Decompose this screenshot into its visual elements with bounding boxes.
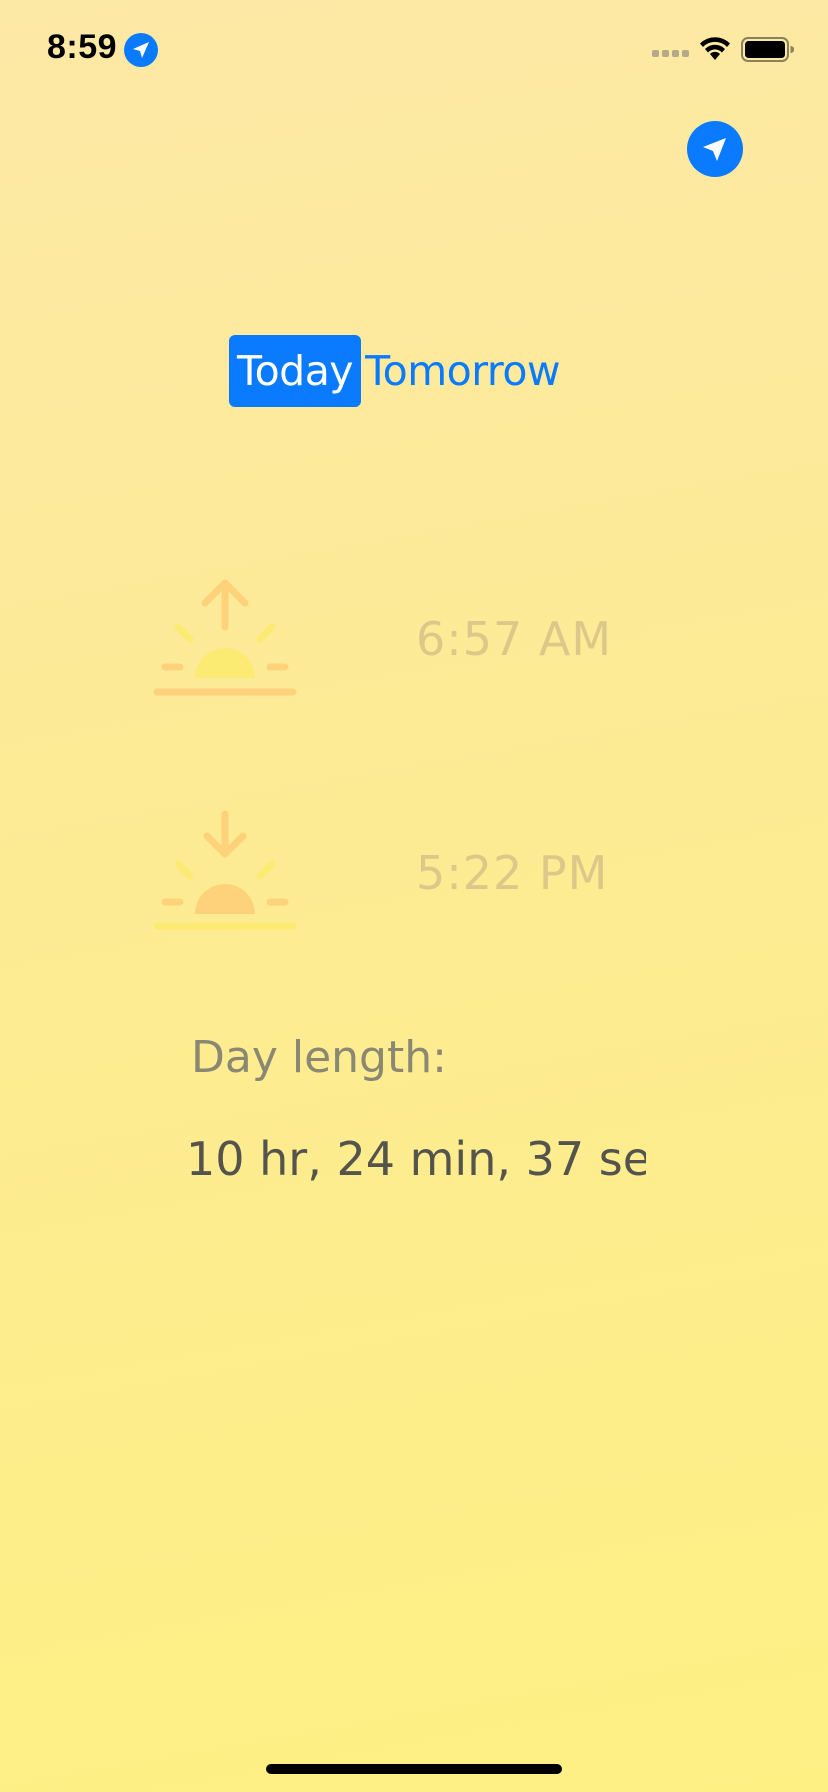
tab-tomorrow[interactable]: Tomorrow (361, 335, 568, 407)
status-time: 8:59 (47, 28, 118, 66)
wifi-icon (700, 37, 730, 60)
sunrise-time: 6:57 AM (416, 612, 613, 666)
locate-me-button[interactable] (687, 121, 743, 177)
sunrise-icon (153, 579, 297, 696)
tab-today[interactable]: Today (229, 335, 362, 407)
location-arrow-icon (124, 33, 158, 67)
battery-icon (741, 37, 794, 62)
status-bar: 8:59 (0, 0, 828, 100)
sunset-time: 5:22 PM (416, 846, 609, 900)
sunset-icon (153, 810, 297, 930)
day-length-label: Day length: (191, 1032, 447, 1083)
home-indicator[interactable] (266, 1764, 562, 1774)
day-length-value: 10 hr, 24 min, 37 sec (186, 1132, 646, 1186)
day-selector: Today Tomorrow (229, 335, 568, 407)
cellular-signal-icon (652, 50, 689, 57)
location-arrow-icon (703, 138, 726, 161)
